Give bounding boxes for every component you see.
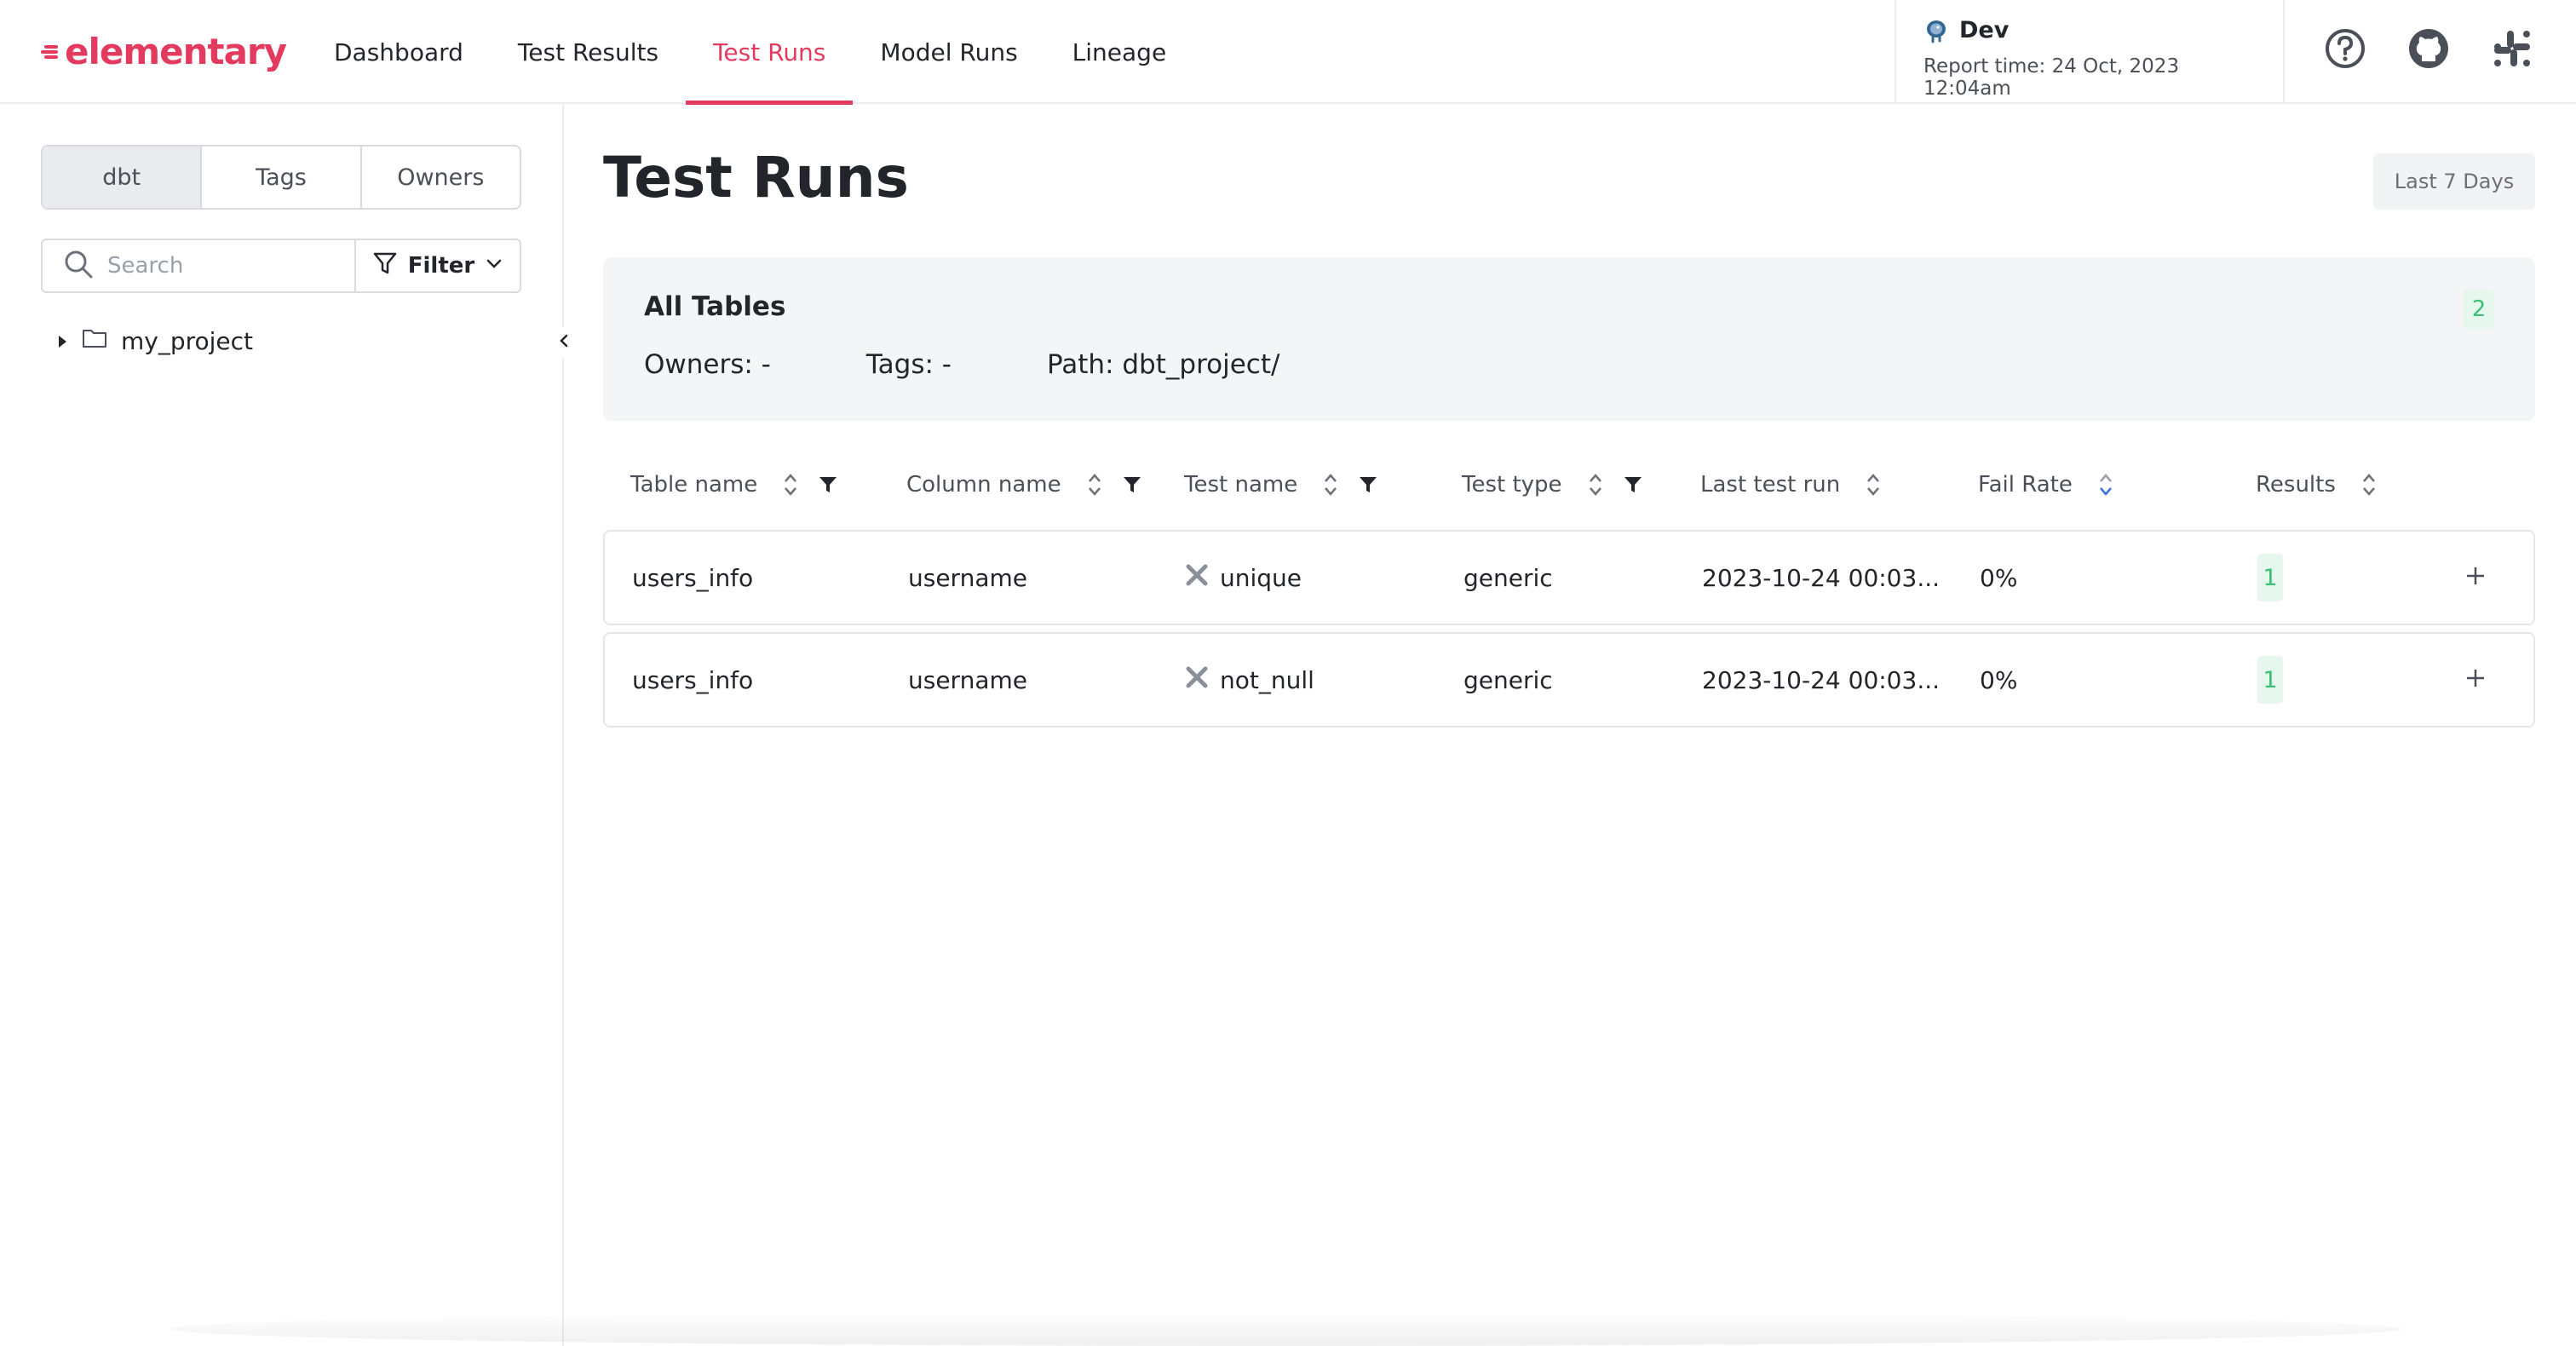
filter-icon[interactable] — [1624, 475, 1642, 494]
search-box — [43, 240, 356, 291]
expand-row-button[interactable] — [2465, 634, 2486, 726]
column-header-label: Table name — [630, 472, 758, 498]
cell-last-test-run: 2023-10-24 00:03... — [1702, 665, 1941, 694]
test-type-icon — [1186, 564, 1208, 592]
sort-icon[interactable] — [783, 472, 798, 498]
nav-lineage[interactable]: Lineage — [1045, 0, 1194, 104]
test-type-icon — [1186, 666, 1208, 694]
filter-button[interactable]: Filter — [356, 240, 520, 291]
github-icon[interactable] — [2406, 26, 2452, 72]
sort-active-icon[interactable] — [2098, 472, 2113, 498]
folder-icon — [82, 327, 107, 355]
search-icon — [63, 249, 94, 283]
results-badge: 1 — [2257, 554, 2283, 601]
table-header: Table name Column name Test name Test ty… — [603, 458, 2535, 511]
column-header-label: Fail Rate — [1978, 472, 2073, 498]
cell-table-name: users_info — [632, 563, 754, 592]
slack-icon[interactable] — [2489, 26, 2535, 72]
summary-count-badge: 2 — [2464, 290, 2494, 329]
cell-results: 1 — [2257, 634, 2283, 726]
column-header-column-name: Column name — [906, 458, 1141, 511]
cell-column-name: username — [908, 665, 1027, 694]
bottom-shadow — [170, 1312, 2402, 1346]
summary-tags: Tags: - — [865, 349, 952, 380]
column-header-test-name: Test name — [1184, 458, 1377, 511]
cell-test-type: generic — [1463, 665, 1553, 694]
nav-model-runs[interactable]: Model Runs — [853, 0, 1044, 104]
column-header-test-type: Test type — [1462, 458, 1642, 511]
chevron-down-icon — [485, 253, 503, 279]
postgres-elephant-icon — [1923, 18, 1949, 43]
caret-right-icon[interactable] — [56, 327, 68, 355]
summary-card: All Tables 2 Owners: - Tags: - Path: dbt… — [603, 257, 2535, 421]
results-badge: 1 — [2257, 656, 2283, 704]
help-icon[interactable] — [2322, 26, 2368, 72]
logo-text: elementary — [65, 30, 287, 72]
sort-icon[interactable] — [1087, 472, 1102, 498]
search-input[interactable] — [106, 252, 327, 279]
page-title: Test Runs — [603, 145, 909, 210]
tree-item-my-project[interactable]: my_project — [56, 327, 253, 355]
column-header-label: Results — [2256, 472, 2336, 498]
tree-item-label: my_project — [121, 327, 254, 355]
column-header-label: Column name — [906, 472, 1061, 498]
summary-path: Path: dbt_project/ — [1046, 349, 1280, 380]
nav-dashboard[interactable]: Dashboard — [307, 0, 491, 104]
header-icon-group — [2322, 26, 2535, 72]
elementary-logo[interactable]: elementary — [41, 26, 287, 77]
sidebar: dbt Tags Owners Filter my_project — [0, 104, 579, 1346]
summary-title: All Tables — [644, 291, 786, 322]
environment-name: Dev — [1959, 17, 2010, 43]
summary-owners: Owners: - — [644, 349, 771, 380]
sidebar-view-switcher: dbt Tags Owners — [41, 145, 521, 210]
cell-test-name: not_null — [1186, 634, 1314, 726]
plus-icon — [2465, 666, 2486, 694]
sort-icon[interactable] — [1588, 472, 1603, 498]
sort-icon[interactable] — [2361, 472, 2377, 498]
cell-table-name: users_info — [632, 665, 754, 694]
column-header-fail-rate: Fail Rate — [1978, 458, 2113, 511]
collapse-sidebar-button[interactable] — [549, 327, 579, 358]
cell-fail-rate: 0% — [1980, 563, 2018, 592]
cell-test-name: unique — [1186, 532, 1302, 624]
filter-icon[interactable] — [1359, 475, 1377, 494]
table-row[interactable]: users_info username unique generic 2023-… — [603, 530, 2535, 625]
cell-test-type: generic — [1463, 563, 1553, 592]
expand-row-button[interactable] — [2465, 532, 2486, 624]
cell-results: 1 — [2257, 532, 2283, 624]
report-time: Report time: 24 Oct, 2023 12:04am — [1923, 55, 2180, 100]
segment-owners[interactable]: Owners — [362, 147, 520, 208]
main-nav: Dashboard Test Results Test Runs Model R… — [307, 0, 1194, 105]
logo-mark-icon — [41, 42, 60, 60]
table-row[interactable]: users_info username not_null generic 202… — [603, 632, 2535, 728]
filter-funnel-icon — [372, 250, 398, 282]
chevron-left-icon — [557, 333, 571, 352]
segment-tags[interactable]: Tags — [202, 147, 362, 208]
column-header-results: Results — [2256, 458, 2377, 511]
test-name-label: unique — [1220, 563, 1302, 592]
column-header-label: Test name — [1184, 472, 1298, 498]
time-range-button[interactable]: Last 7 Days — [2373, 153, 2535, 210]
column-header-label: Test type — [1462, 472, 1562, 498]
column-header-last-test-run: Last test run — [1700, 458, 1881, 511]
cell-fail-rate: 0% — [1980, 665, 2018, 694]
segment-dbt[interactable]: dbt — [43, 147, 203, 208]
sort-icon[interactable] — [1323, 472, 1338, 498]
filter-icon[interactable] — [819, 475, 837, 494]
summary-meta: Owners: - Tags: - Path: dbt_project/ — [644, 349, 1375, 380]
nav-test-results[interactable]: Test Results — [491, 0, 686, 104]
nav-test-runs[interactable]: Test Runs — [686, 0, 854, 105]
search-and-filter: Filter — [41, 239, 521, 293]
cell-last-test-run: 2023-10-24 00:03... — [1702, 563, 1941, 592]
column-header-label: Last test run — [1700, 472, 1841, 498]
filter-icon[interactable] — [1123, 475, 1141, 494]
test-name-label: not_null — [1220, 665, 1314, 694]
environment-panel[interactable]: Dev Report time: 24 Oct, 2023 12:04am — [1895, 0, 2285, 104]
column-header-table-name: Table name — [630, 458, 837, 511]
top-bar: elementary Dashboard Test Results Test R… — [0, 0, 2576, 105]
sort-icon[interactable] — [1866, 472, 1881, 498]
cell-column-name: username — [908, 563, 1027, 592]
plus-icon — [2465, 564, 2486, 592]
filter-label: Filter — [407, 253, 475, 279]
